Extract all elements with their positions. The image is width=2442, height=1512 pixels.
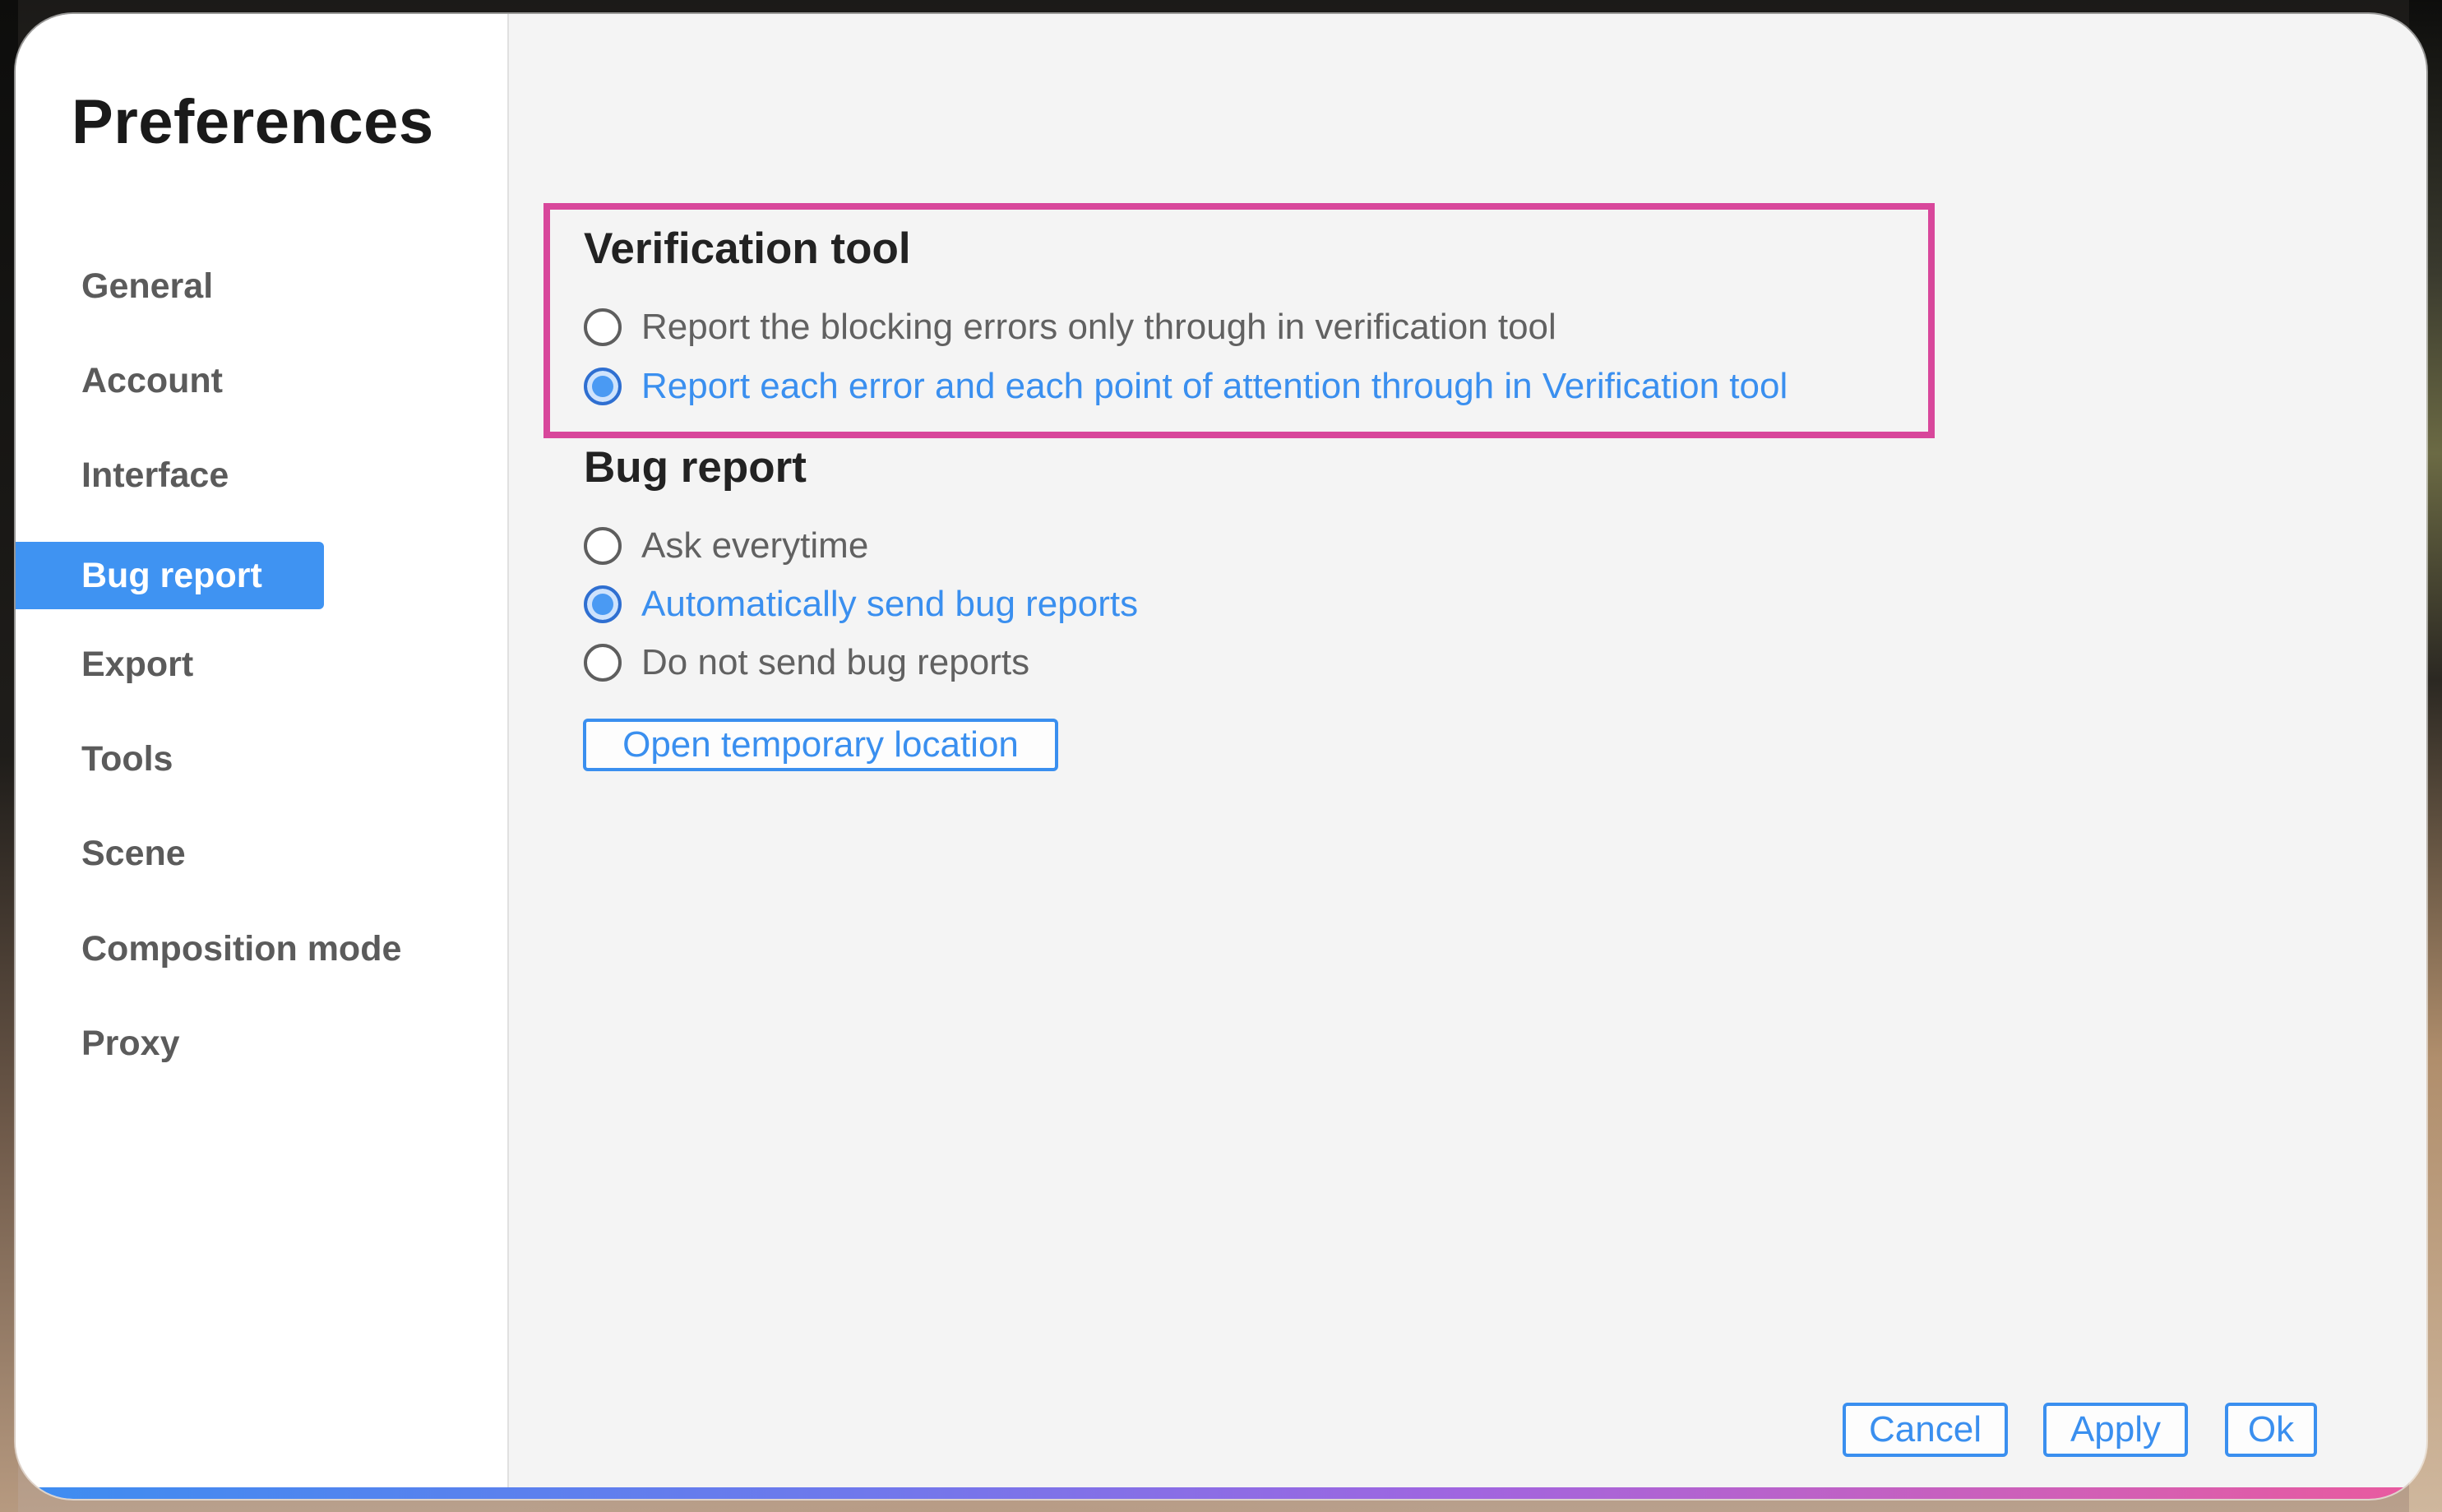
verification-tool-title: Verification tool — [584, 224, 911, 273]
sidebar-item-general[interactable]: General — [16, 252, 213, 320]
apply-button[interactable]: Apply — [2043, 1403, 2188, 1457]
radio-unchecked-icon[interactable] — [584, 527, 622, 565]
bug-report-title: Bug report — [584, 443, 807, 492]
bug-report-option-do-not-send[interactable]: Do not send bug reports — [584, 642, 1029, 683]
radio-unchecked-icon[interactable] — [584, 644, 622, 682]
ok-button[interactable]: Ok — [2225, 1403, 2317, 1457]
sidebar-item-scene[interactable]: Scene — [16, 820, 186, 887]
sidebar-item-composition-mode[interactable]: Composition mode — [16, 915, 401, 983]
sidebar-item-interface[interactable]: Interface — [16, 442, 229, 509]
cancel-button[interactable]: Cancel — [1843, 1403, 2008, 1457]
verification-option-blocking-errors[interactable]: Report the blocking errors only through … — [584, 307, 1556, 348]
radio-label: Report the blocking errors only through … — [641, 307, 1556, 347]
radio-label: Automatically send bug reports — [641, 584, 1139, 624]
sidebar-item-bug-report[interactable]: Bug report — [16, 542, 324, 609]
radio-checked-icon[interactable] — [584, 368, 622, 405]
preferences-dialog: Preferences General Account Interface Bu… — [16, 14, 2426, 1499]
bug-report-option-auto-send[interactable]: Automatically send bug reports — [584, 584, 1138, 625]
sidebar-item-account[interactable]: Account — [16, 347, 223, 414]
radio-label: Report each error and each point of atte… — [641, 366, 1788, 406]
verification-option-each-error[interactable]: Report each error and each point of atte… — [584, 366, 1788, 407]
sidebar-item-tools[interactable]: Tools — [16, 725, 173, 793]
sidebar-item-proxy[interactable]: Proxy — [16, 1010, 180, 1077]
bug-report-option-ask-everytime[interactable]: Ask everytime — [584, 525, 868, 566]
radio-label: Ask everytime — [641, 525, 869, 566]
sidebar: Preferences General Account Interface Bu… — [16, 14, 509, 1499]
page-title: Preferences — [72, 87, 434, 157]
radio-checked-icon[interactable] — [584, 585, 622, 623]
open-temporary-location-button[interactable]: Open temporary location — [583, 719, 1058, 771]
radio-unchecked-icon[interactable] — [584, 308, 622, 346]
sidebar-item-export[interactable]: Export — [16, 631, 193, 698]
radio-label: Do not send bug reports — [641, 642, 1030, 682]
